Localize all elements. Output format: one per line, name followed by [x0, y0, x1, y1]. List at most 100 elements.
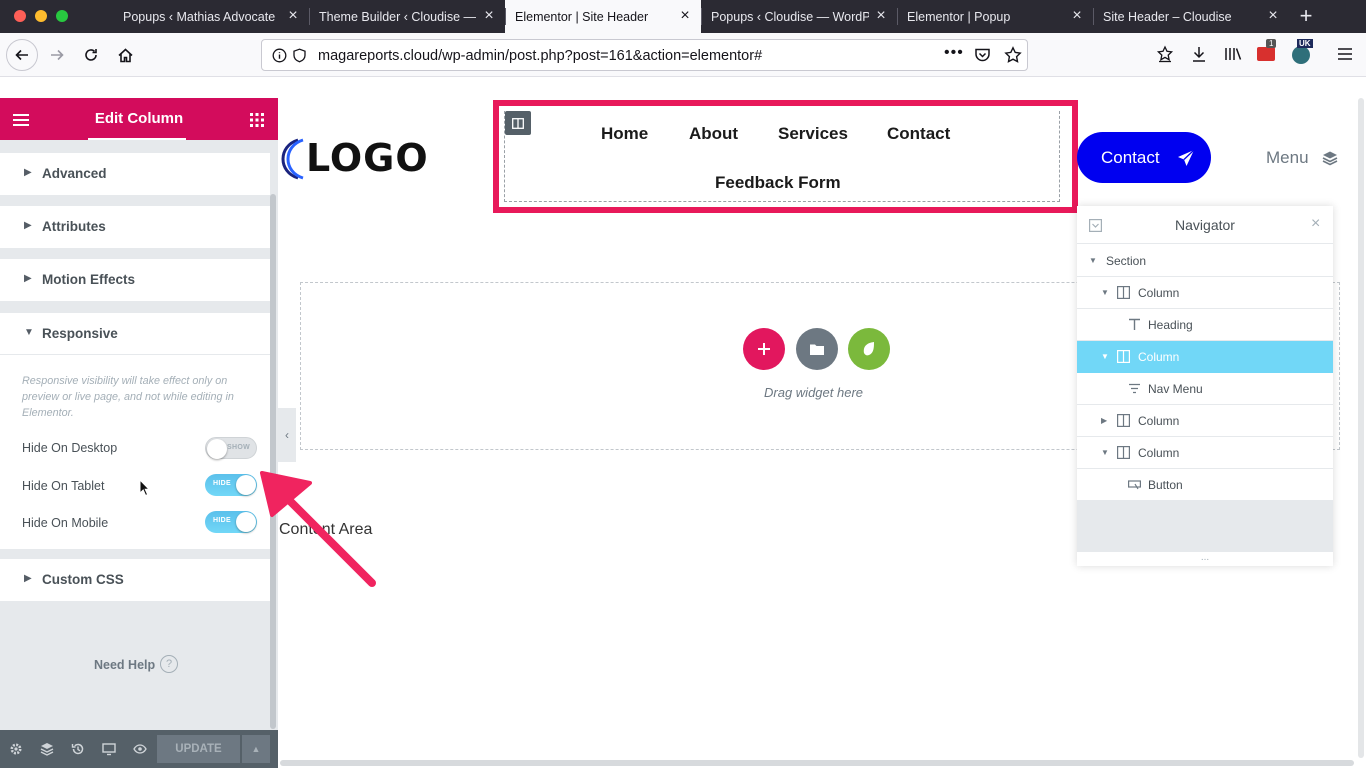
menu-item-feedback-form[interactable]: Feedback Form — [715, 173, 841, 193]
section-attributes[interactable]: ▶ Attributes — [0, 206, 270, 248]
help-icon[interactable]: ? — [160, 655, 178, 673]
caret-right-icon[interactable]: ▶ — [1101, 416, 1107, 425]
vpn-extension-icon[interactable]: UK — [1290, 39, 1314, 66]
caret-right-icon: ▶ — [24, 273, 32, 284]
history-icon[interactable] — [71, 742, 85, 756]
close-tab-icon[interactable]: × — [1265, 8, 1281, 24]
close-tab-icon[interactable]: × — [677, 8, 693, 24]
caret-down-icon[interactable]: ▼ — [1101, 288, 1109, 297]
responsive-note: Responsive visibility will take effect o… — [22, 375, 234, 419]
address-bar[interactable]: magareports.cloud/wp-admin/post.php?post… — [261, 39, 1028, 71]
url-text: magareports.cloud/wp-admin/post.php?post… — [318, 48, 763, 64]
navigator-item-section[interactable]: ▼ Section — [1077, 245, 1333, 277]
mouse-cursor-icon — [139, 479, 151, 497]
navigator-item-column[interactable]: ▶ Column — [1077, 405, 1333, 437]
browser-tab-active[interactable]: Elementor | Site Header × — [505, 0, 701, 33]
contact-button-label: Contact — [1101, 148, 1160, 167]
pocket-icon[interactable] — [974, 47, 991, 68]
navigator-item-column[interactable]: ▼ Column — [1077, 277, 1333, 309]
menu-item-contact[interactable]: Contact — [887, 124, 950, 144]
folder-icon — [810, 344, 824, 355]
update-options-caret-icon[interactable]: ▲ — [242, 735, 270, 763]
add-section-button[interactable] — [743, 328, 785, 370]
back-arrow-icon[interactable] — [6, 39, 38, 71]
hamburger-menu-icon[interactable] — [1333, 42, 1357, 66]
update-button[interactable]: UPDATE — [157, 735, 240, 763]
browser-tab[interactable]: Popups ‹ Cloudise — WordP × — [701, 0, 897, 33]
hide-on-desktop-label: Hide On Desktop — [22, 441, 118, 455]
need-help-link[interactable]: Need Help — [94, 658, 155, 672]
menu-item-home[interactable]: Home — [601, 124, 648, 144]
navigator-item-heading[interactable]: Heading — [1077, 309, 1333, 341]
navigator-resize-handle[interactable]: ... — [1077, 552, 1333, 564]
maximize-window-icon[interactable] — [56, 10, 68, 22]
close-tab-icon[interactable]: × — [1069, 8, 1085, 24]
navigator-empty-area — [1077, 500, 1333, 552]
library-icon[interactable] — [1221, 42, 1245, 66]
responsive-mode-icon[interactable] — [102, 742, 116, 756]
browser-tab[interactable]: Popups ‹ Mathias Advocate × — [113, 0, 309, 33]
caret-down-icon[interactable]: ▼ — [1089, 256, 1097, 265]
widgets-grid-icon[interactable] — [250, 113, 264, 127]
menu-item-about[interactable]: About — [689, 124, 738, 144]
browser-tab[interactable]: Theme Builder ‹ Cloudise — × — [309, 0, 505, 33]
browser-tab[interactable]: Site Header – Cloudise × — [1093, 0, 1289, 33]
site-logo[interactable]: LOGO — [306, 136, 429, 180]
column-handle-icon[interactable] — [505, 111, 531, 135]
tracking-shield-icon[interactable] — [292, 48, 307, 68]
home-icon[interactable] — [110, 40, 140, 70]
close-tab-icon[interactable]: × — [285, 8, 301, 24]
browser-tab[interactable]: Elementor | Popup × — [897, 0, 1093, 33]
navigator-item-nav-menu[interactable]: Nav Menu — [1077, 373, 1333, 405]
navigator-item-button[interactable]: Button — [1077, 469, 1333, 501]
paper-plane-icon — [1178, 149, 1195, 166]
new-tab-icon[interactable]: + — [1295, 5, 1317, 27]
minimize-window-icon[interactable] — [35, 10, 47, 22]
menu-toggle-label[interactable]: Menu — [1266, 148, 1309, 168]
canvas-vertical-scrollbar[interactable] — [1358, 98, 1364, 758]
settings-gear-icon[interactable] — [9, 742, 23, 756]
page-actions-icon[interactable]: ••• — [944, 44, 964, 62]
tab-title: Elementor | Popup — [907, 9, 1011, 24]
section-motion-effects[interactable]: ▶ Motion Effects — [0, 259, 270, 301]
navigator-item-label: Heading — [1148, 318, 1193, 332]
reload-icon[interactable] — [76, 40, 106, 70]
column-icon — [1117, 446, 1130, 459]
section-responsive[interactable]: ▼ Responsive — [0, 313, 270, 355]
leaf-icon — [863, 342, 874, 356]
plus-icon — [758, 343, 770, 355]
download-icon[interactable] — [1187, 42, 1211, 66]
section-advanced[interactable]: ▶ Advanced — [0, 153, 270, 195]
envato-kit-button[interactable] — [848, 328, 890, 370]
reading-list-icon[interactable] — [1153, 42, 1177, 66]
navigator-item-column-selected[interactable]: ▼ Column — [1077, 341, 1333, 373]
bookmark-star-icon[interactable] — [1004, 46, 1022, 69]
info-icon[interactable] — [272, 48, 287, 68]
forward-arrow-icon[interactable] — [42, 40, 72, 70]
caret-down-icon[interactable]: ▼ — [1101, 352, 1109, 361]
navigator-header[interactable]: Navigator × — [1077, 206, 1333, 244]
logo-mark-icon — [281, 138, 304, 180]
extension-icon[interactable]: 1 — [1255, 39, 1279, 66]
section-custom-css[interactable]: ▶ Custom CSS — [0, 559, 270, 601]
canvas-horizontal-scrollbar[interactable] — [280, 760, 1354, 766]
contact-button[interactable]: Contact — [1077, 132, 1211, 183]
menu-item-services[interactable]: Services — [778, 124, 848, 144]
navigator-item-column[interactable]: ▼ Column — [1077, 437, 1333, 469]
close-tab-icon[interactable]: × — [873, 8, 889, 24]
section-label: Motion Effects — [42, 272, 135, 287]
close-window-icon[interactable] — [14, 10, 26, 22]
preview-eye-icon[interactable] — [133, 742, 147, 756]
caret-down-icon[interactable]: ▼ — [1101, 448, 1109, 457]
close-tab-icon[interactable]: × — [481, 8, 497, 24]
add-template-button[interactable] — [796, 328, 838, 370]
navigator-item-label: Column — [1138, 350, 1180, 364]
layers-icon[interactable] — [1322, 150, 1338, 166]
tab-title: Popups ‹ Mathias Advocate — [123, 9, 276, 24]
annotation-arrow-icon — [260, 471, 376, 587]
elementor-panel: Edit Column ▶ Advanced ▶ Attributes ▶ Mo… — [0, 98, 278, 768]
switch-state: SHOW — [227, 444, 250, 451]
close-navigator-icon[interactable]: × — [1311, 215, 1320, 233]
collapse-panel-icon[interactable]: ‹ — [278, 408, 296, 462]
navigator-layers-icon[interactable] — [40, 742, 54, 756]
